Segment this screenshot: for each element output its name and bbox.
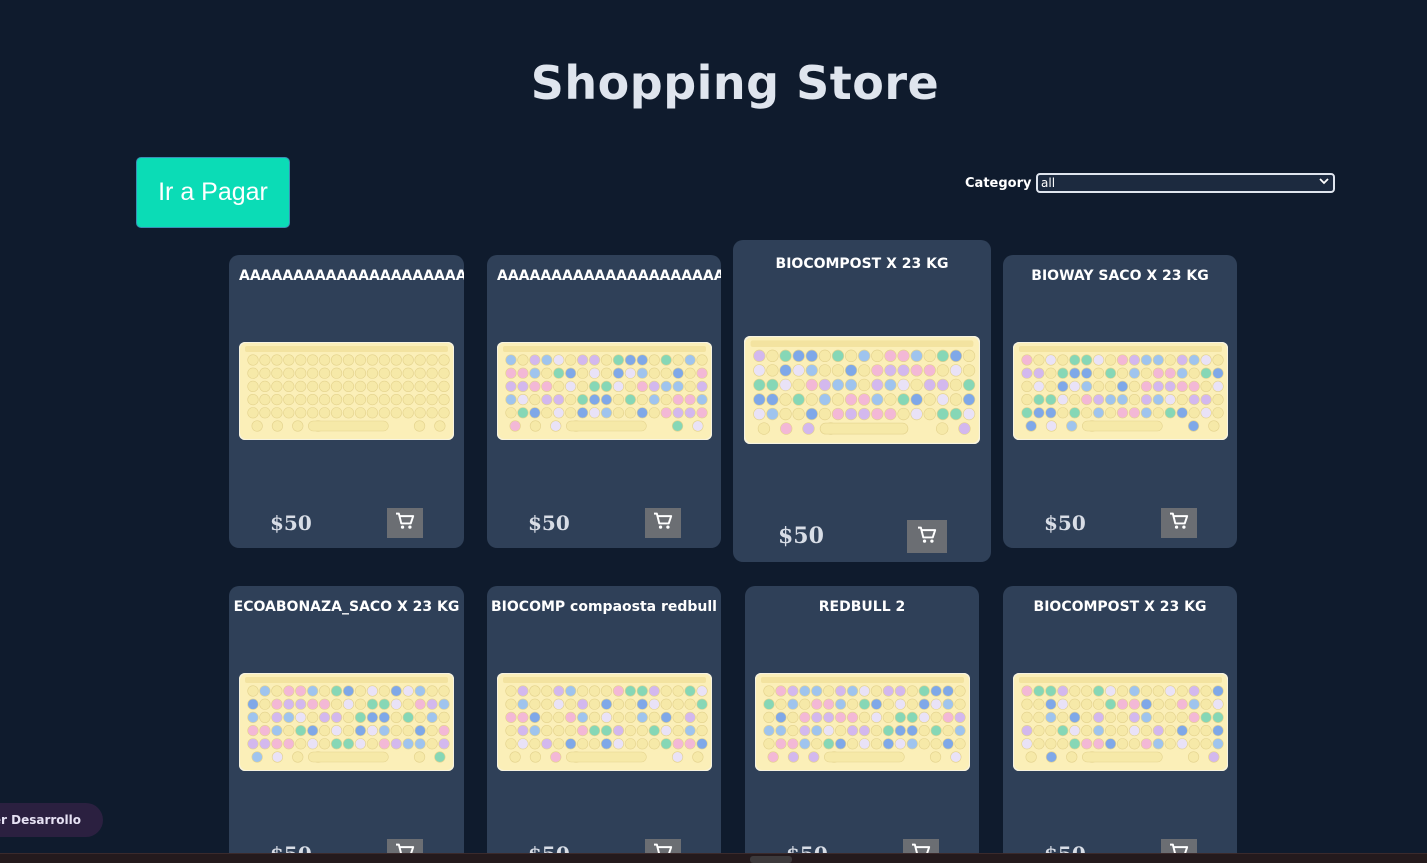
keyboard-image [497, 342, 712, 440]
keyboard-image [497, 673, 712, 771]
keyboard-image [1013, 673, 1228, 771]
product-card[interactable]: REDBULL 2 $50 [745, 586, 979, 863]
scrollbar-thumb[interactable] [750, 856, 792, 863]
product-title: BIOWAY SACO X 23 KG [1031, 268, 1209, 284]
category-select[interactable]: all [1036, 173, 1335, 193]
page-title: Shopping Store [530, 56, 940, 110]
product-price: $50 [528, 511, 570, 535]
product-card[interactable]: BIOCOMPOST X 23 KG $50 [1003, 586, 1237, 863]
product-title: AAAAAAAAAAAAAAAAAAAAAAAAAAAAAAAAAAAAAAA [497, 268, 721, 284]
cart-icon [395, 512, 415, 534]
add-to-cart-button[interactable] [1161, 508, 1197, 538]
product-card[interactable]: BIOWAY SACO X 23 KG $50 [1003, 255, 1237, 548]
product-price: $50 [778, 523, 824, 549]
keyboard-image [239, 673, 454, 771]
product-card[interactable]: ECOABONAZA_SACO X 23 KG $50 [229, 586, 464, 863]
product-title: ECOABONAZA_SACO X 23 KG [233, 599, 460, 615]
product-price: $50 [1044, 511, 1086, 535]
product-title: BIOCOMPOST X 23 KG [1033, 599, 1207, 615]
product-card[interactable]: BIOCOMP compaosta redbull $50 [487, 586, 721, 863]
product-title: BIOCOMPOST X 23 KG [775, 256, 949, 272]
product-price: $50 [270, 511, 312, 535]
cart-icon [653, 512, 673, 534]
horizontal-scrollbar[interactable] [0, 853, 1427, 863]
keyboard-image [755, 673, 970, 771]
add-to-cart-button[interactable] [645, 508, 681, 538]
category-label: Category [965, 176, 1032, 191]
cart-icon [1169, 512, 1189, 534]
add-to-cart-button[interactable] [387, 508, 423, 538]
keyboard-image [239, 342, 454, 440]
product-card[interactable]: AAAAAAAAAAAAAAAAAAAAAAAAAAAAAAAAAAAAAAA … [487, 255, 721, 548]
keyboard-image [744, 336, 980, 444]
product-card[interactable]: BIOCOMPOST X 23 KG $50 [733, 240, 991, 562]
developer-mode-badge[interactable]: per Desarrollo [0, 803, 103, 837]
keyboard-image [1013, 342, 1228, 440]
product-title: BIOCOMP compaosta redbull [491, 599, 717, 615]
product-card[interactable]: AAAAAAAAAAAAAAAAAAAAAAAAAAAAAAAAAAAAAAA … [229, 255, 464, 548]
chevron-down-icon [1318, 175, 1330, 191]
cart-icon [917, 526, 937, 548]
add-to-cart-button[interactable] [907, 520, 947, 553]
category-selected-value: all [1041, 176, 1056, 190]
product-title: REDBULL 2 [818, 599, 906, 615]
product-title: AAAAAAAAAAAAAAAAAAAAAAAAAAAAAAAAAAAAAAA [239, 268, 464, 284]
pay-button[interactable]: Ir a Pagar [136, 157, 290, 228]
